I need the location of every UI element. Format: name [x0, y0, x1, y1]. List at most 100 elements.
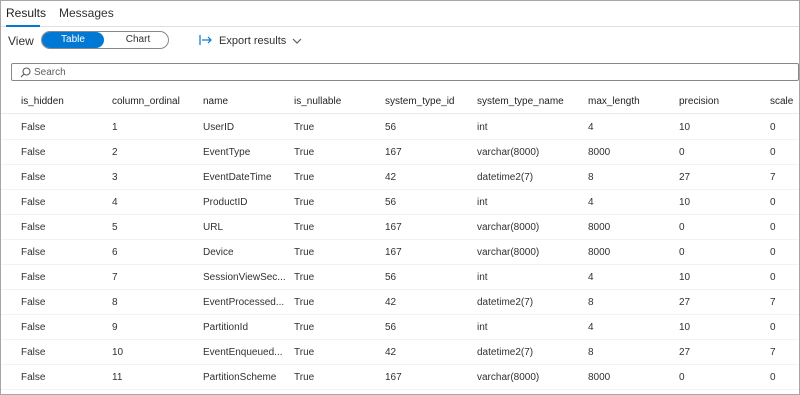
column-header-is-nullable[interactable]: is_nullable	[294, 95, 374, 108]
table-row[interactable]: False 1 UserID True 56 int 4 10 0	[1, 115, 799, 140]
table-cell[interactable]: 10	[679, 122, 759, 134]
table-cell[interactable]: 8000	[588, 372, 668, 384]
table-cell[interactable]: 56	[385, 122, 465, 134]
table-cell[interactable]: True	[294, 272, 374, 284]
table-cell[interactable]: 4	[112, 197, 192, 209]
column-header-column-ordinal[interactable]: column_ordinal	[112, 95, 192, 108]
table-cell[interactable]: 56	[385, 322, 465, 334]
table-cell[interactable]: False	[21, 147, 101, 159]
table-cell[interactable]: 9	[112, 322, 192, 334]
table-cell[interactable]: datetime2(7)	[477, 297, 577, 309]
table-cell[interactable]: True	[294, 222, 374, 234]
column-header-max-length[interactable]: max_length	[588, 95, 668, 108]
table-cell[interactable]: False	[21, 197, 101, 209]
table-cell[interactable]: 7	[112, 272, 192, 284]
table-row[interactable]: False 8 EventProcessed... True 42 datetime2(7…	[1, 290, 799, 315]
table-cell[interactable]: PartitionId	[203, 322, 289, 334]
table-cell[interactable]: ProductID	[203, 197, 289, 209]
table-cell[interactable]: 10	[679, 322, 759, 334]
table-cell[interactable]: False	[21, 222, 101, 234]
table-cell[interactable]: EventType	[203, 147, 289, 159]
table-cell[interactable]: False	[21, 347, 101, 359]
table-cell[interactable]: 56	[385, 197, 465, 209]
table-cell[interactable]: 42	[385, 172, 465, 184]
table-cell[interactable]: EventDateTime	[203, 172, 289, 184]
table-cell[interactable]: True	[294, 372, 374, 384]
table-cell[interactable]: 7	[770, 297, 798, 309]
table-cell[interactable]: Device	[203, 247, 289, 259]
table-cell[interactable]: int	[477, 122, 577, 134]
table-cell[interactable]: 1	[112, 122, 192, 134]
table-row[interactable]: False 5 URL True 167 varchar(8000) 8000 0 0	[1, 215, 799, 240]
table-cell[interactable]: 4	[588, 322, 668, 334]
table-cell[interactable]: False	[21, 297, 101, 309]
table-cell[interactable]: 167	[385, 147, 465, 159]
table-cell[interactable]: varchar(8000)	[477, 147, 577, 159]
table-cell[interactable]: 7	[770, 172, 798, 184]
export-results-button[interactable]: Export results	[199, 33, 302, 49]
table-cell[interactable]: True	[294, 297, 374, 309]
table-row[interactable]: False 2 EventType True 167 varchar(8000) 8000 0…	[1, 140, 799, 165]
table-cell[interactable]: 0	[770, 222, 798, 234]
table-cell[interactable]: 4	[588, 197, 668, 209]
table-cell[interactable]: int	[477, 272, 577, 284]
table-cell[interactable]: 7	[770, 347, 798, 359]
table-cell[interactable]: True	[294, 147, 374, 159]
table-cell[interactable]: 56	[385, 272, 465, 284]
table-cell[interactable]: 0	[770, 147, 798, 159]
table-cell[interactable]: 4	[588, 272, 668, 284]
table-cell[interactable]: False	[21, 272, 101, 284]
tab-messages[interactable]: Messages	[59, 5, 114, 27]
table-cell[interactable]: False	[21, 122, 101, 134]
table-cell[interactable]: int	[477, 322, 577, 334]
chevron-down-icon[interactable]	[286, 34, 302, 48]
table-cell[interactable]: 0	[770, 272, 798, 284]
search-box[interactable]	[11, 63, 799, 81]
table-cell[interactable]: True	[294, 347, 374, 359]
table-cell[interactable]: False	[21, 247, 101, 259]
table-cell[interactable]: 6	[112, 247, 192, 259]
table-cell[interactable]: SessionViewSec...	[203, 272, 289, 284]
table-cell[interactable]: varchar(8000)	[477, 247, 577, 259]
table-cell[interactable]: True	[294, 122, 374, 134]
table-cell[interactable]: int	[477, 197, 577, 209]
table-cell[interactable]: False	[21, 322, 101, 334]
table-cell[interactable]: datetime2(7)	[477, 347, 577, 359]
table-cell[interactable]: 42	[385, 347, 465, 359]
table-cell[interactable]: 11	[112, 372, 192, 384]
table-cell[interactable]: 0	[770, 197, 798, 209]
table-cell[interactable]: 167	[385, 247, 465, 259]
tab-results[interactable]: Results	[6, 5, 46, 27]
column-header-is-hidden[interactable]: is_hidden	[21, 95, 101, 108]
table-cell[interactable]: 0	[679, 372, 759, 384]
table-cell[interactable]: 0	[770, 322, 798, 334]
table-cell[interactable]: 27	[679, 347, 759, 359]
table-cell[interactable]: 10	[112, 347, 192, 359]
table-cell[interactable]: True	[294, 247, 374, 259]
table-cell[interactable]: 0	[679, 247, 759, 259]
table-cell[interactable]: datetime2(7)	[477, 172, 577, 184]
table-cell[interactable]: PartitionScheme	[203, 372, 289, 384]
table-row[interactable]: False 3 EventDateTime True 42 datetime2(7) 8 27…	[1, 165, 799, 190]
table-cell[interactable]: True	[294, 172, 374, 184]
table-cell[interactable]: 10	[679, 197, 759, 209]
table-cell[interactable]: 27	[679, 172, 759, 184]
table-row[interactable]: False 6 Device True 167 varchar(8000) 8000 0 0	[1, 240, 799, 265]
table-cell[interactable]: 0	[770, 372, 798, 384]
table-row[interactable]: False 4 ProductID True 56 int 4 10 0	[1, 190, 799, 215]
table-cell[interactable]: UserID	[203, 122, 289, 134]
table-cell[interactable]: EventProcessed...	[203, 297, 289, 309]
table-cell[interactable]: True	[294, 197, 374, 209]
column-header-precision[interactable]: precision	[679, 95, 759, 108]
chart-view-button[interactable]: Chart	[108, 32, 168, 48]
table-cell[interactable]: 2	[112, 147, 192, 159]
table-cell[interactable]: 42	[385, 297, 465, 309]
column-header-name[interactable]: name	[203, 95, 289, 108]
table-cell[interactable]: False	[21, 172, 101, 184]
table-cell[interactable]: 8000	[588, 222, 668, 234]
table-cell[interactable]: 8	[112, 297, 192, 309]
table-cell[interactable]: varchar(8000)	[477, 372, 577, 384]
table-cell[interactable]: 8	[588, 347, 668, 359]
table-cell[interactable]: 8000	[588, 247, 668, 259]
table-cell[interactable]: 0	[679, 147, 759, 159]
